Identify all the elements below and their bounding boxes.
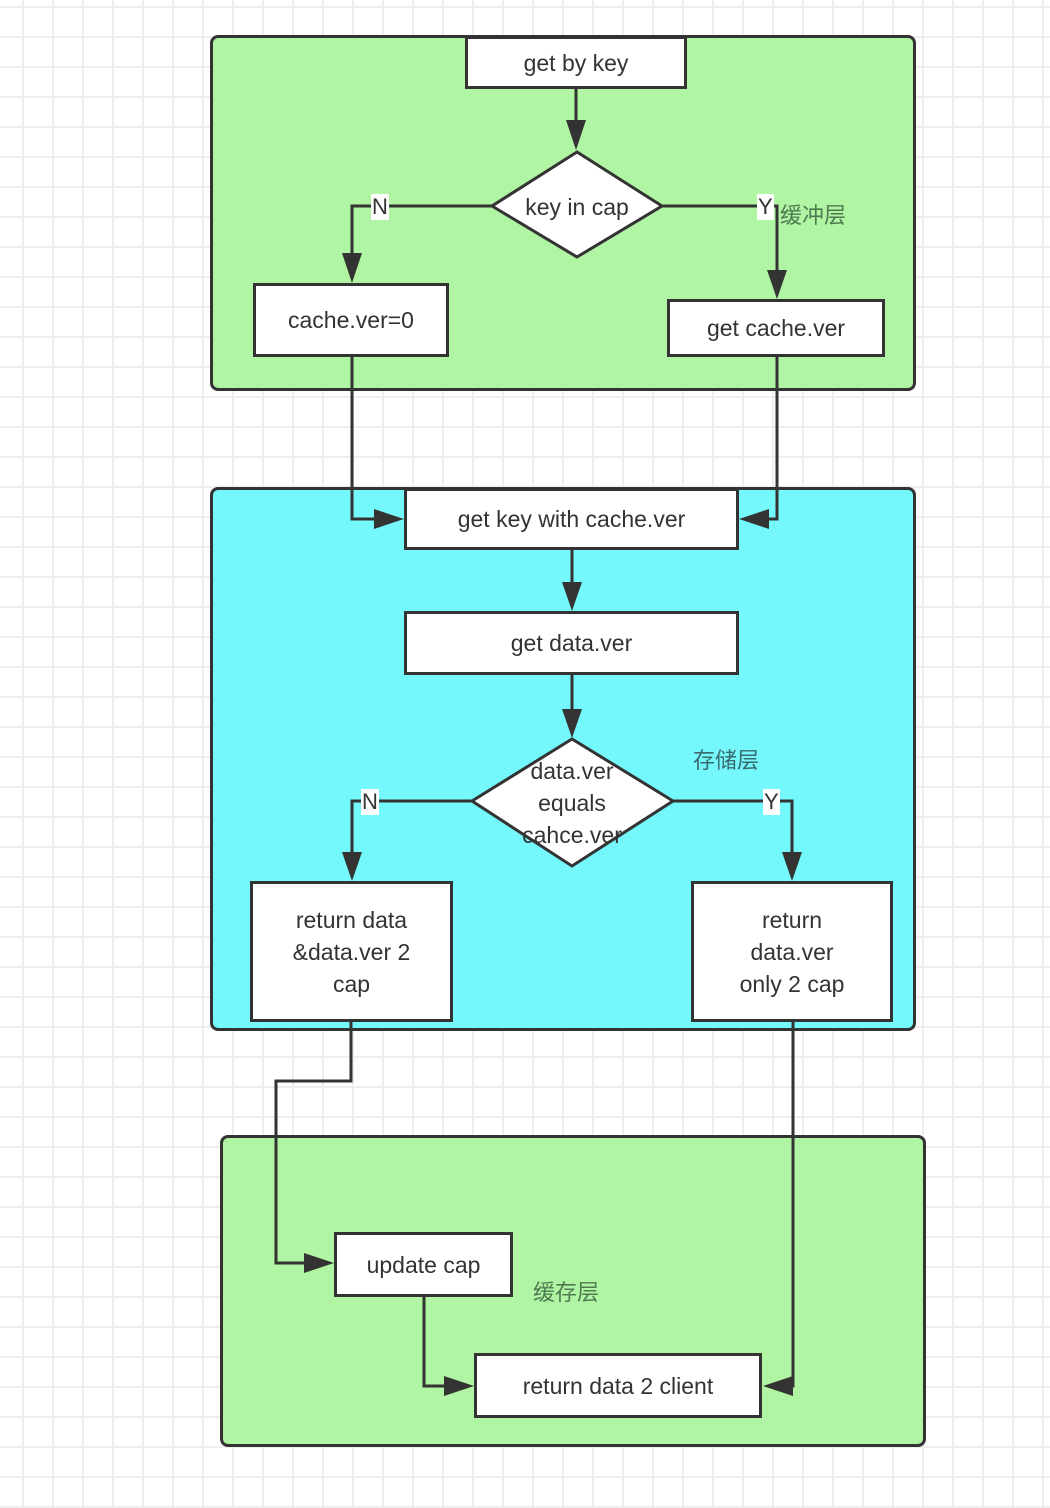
node-get-key-with-cache-ver[interactable]: get key with cache.ver (404, 488, 739, 550)
node-get-by-key[interactable]: get by key (465, 36, 687, 89)
node-return-data-client[interactable]: return data 2 client (474, 1353, 762, 1418)
node-return-data-and-ver[interactable]: return data &data.ver 2 cap (250, 881, 453, 1022)
node-update-cap[interactable]: update cap (334, 1232, 513, 1297)
layer-label-cache: 缓存层 (533, 1280, 600, 1305)
decision-data-ver-equals-label: data.ver equals cahce.ver (522, 758, 622, 848)
edge-label-no: N (371, 194, 389, 220)
edge-label-yes: Y (757, 194, 774, 220)
layer-label-storage: 存储层 (693, 748, 760, 773)
edge-label-yes: Y (763, 789, 780, 815)
edge-label-no: N (361, 789, 379, 815)
node-get-cache-ver[interactable]: get cache.ver (667, 299, 885, 357)
decision-key-in-cap-label: key in cap (525, 194, 629, 220)
node-get-data-ver[interactable]: get data.ver (404, 611, 739, 675)
layer-label-buffer: 缓冲层 (780, 203, 847, 228)
node-return-ver-only[interactable]: return data.ver only 2 cap (691, 881, 893, 1022)
node-cache-ver-zero[interactable]: cache.ver=0 (253, 283, 449, 357)
